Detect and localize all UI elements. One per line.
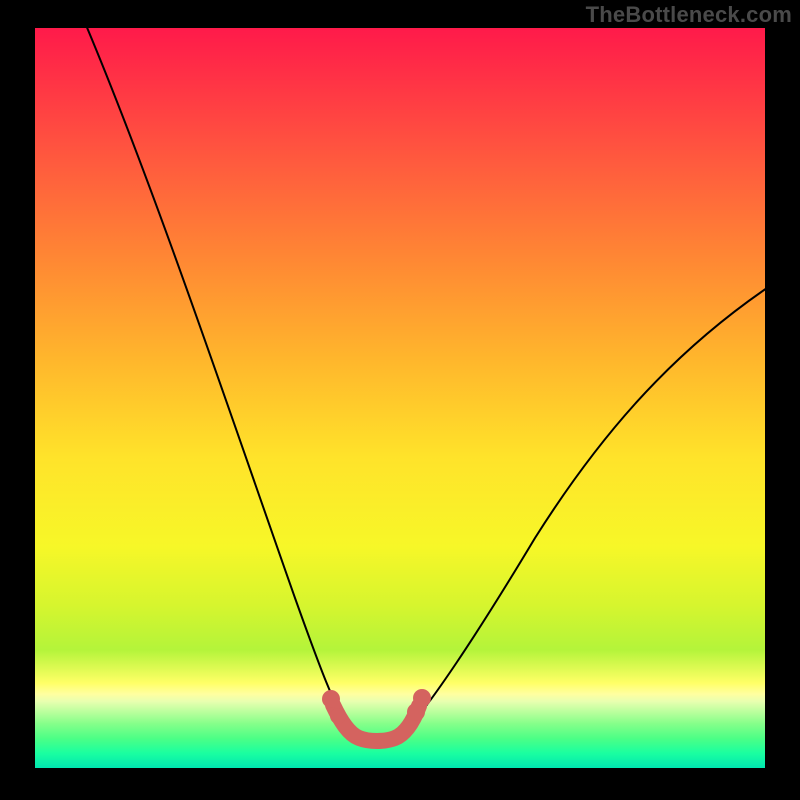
bottleneck-highlight [333, 705, 419, 741]
watermark-text: TheBottleneck.com [586, 2, 792, 28]
highlight-dot-right [413, 689, 431, 707]
bottleneck-curve [83, 28, 765, 740]
highlight-dot-left-2 [330, 708, 346, 724]
chart-frame: TheBottleneck.com [0, 0, 800, 800]
highlight-dot-left [322, 690, 340, 708]
curve-svg [35, 28, 765, 768]
plot-area [35, 28, 765, 768]
